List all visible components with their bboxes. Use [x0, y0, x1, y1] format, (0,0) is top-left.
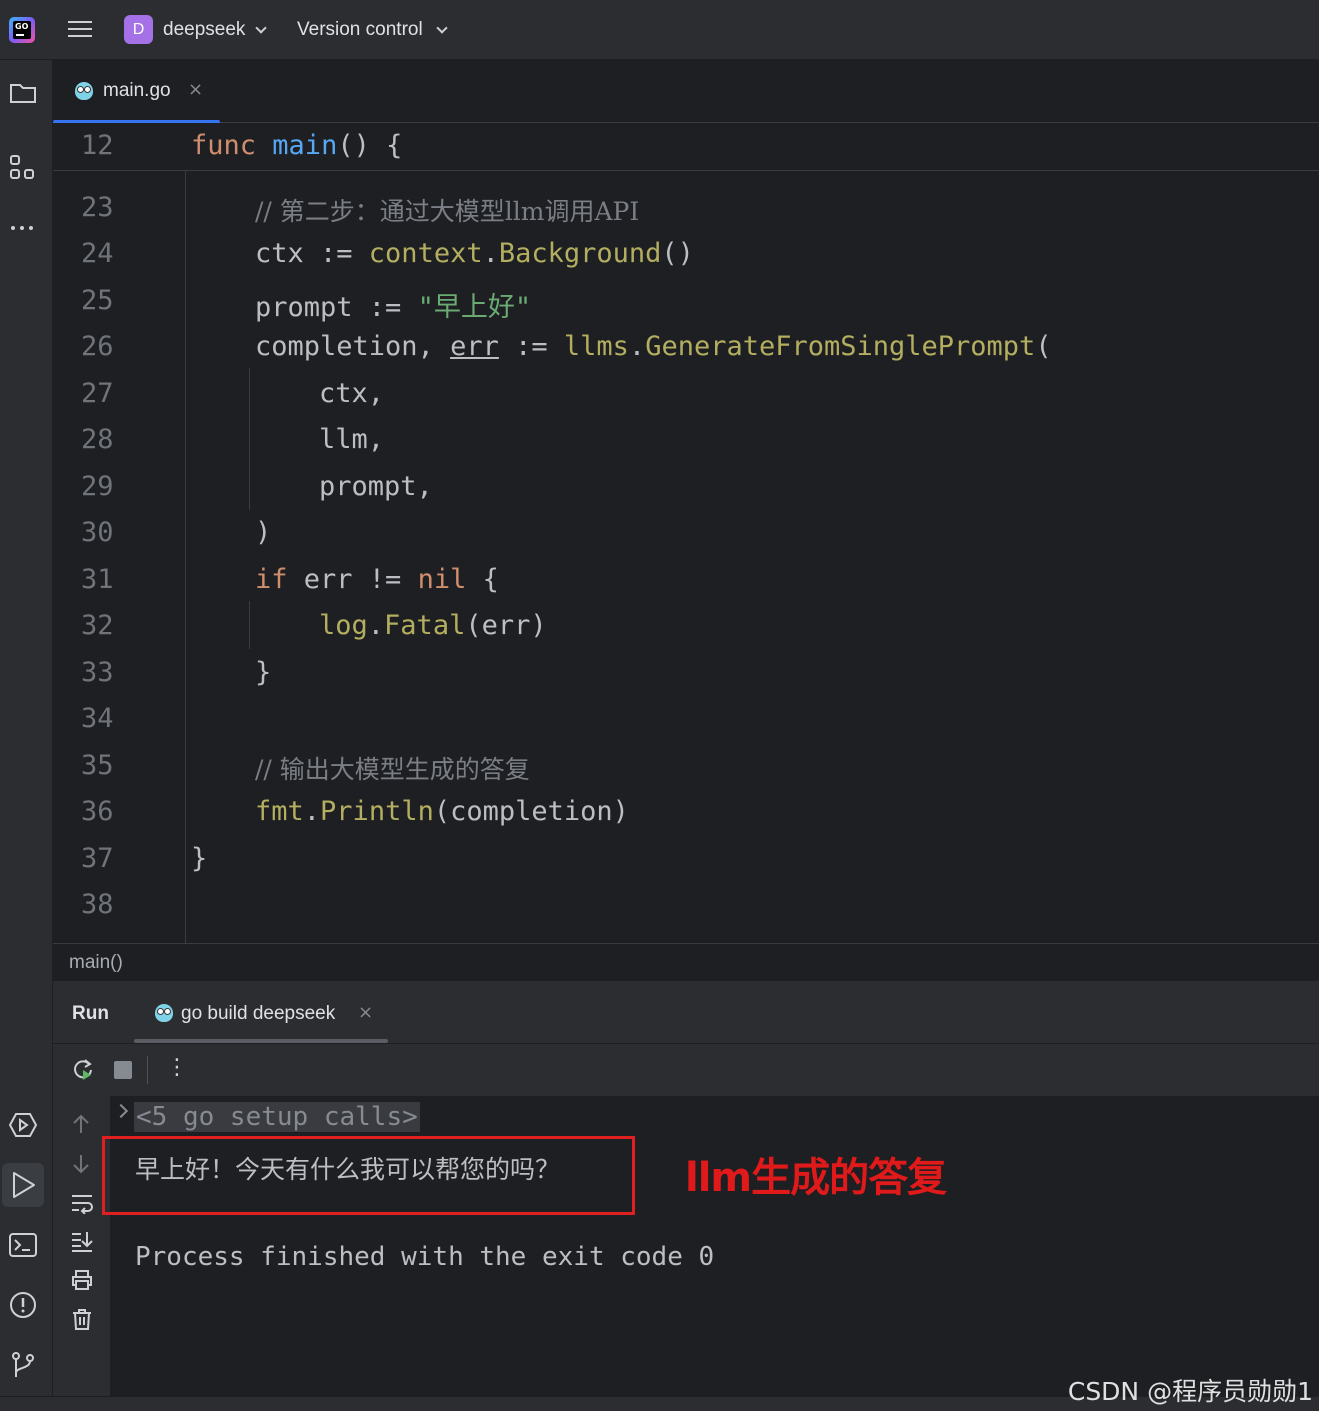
- print-icon[interactable]: [70, 1269, 94, 1291]
- code-line-24: ctx := context.Background(): [255, 238, 694, 269]
- line-number: 32: [81, 610, 114, 641]
- annotation-note: llm生成的答复: [685, 1155, 947, 1201]
- line-number: 24: [81, 238, 114, 269]
- line-number: 23: [81, 192, 114, 223]
- title-bar: GO D deepseek Version control: [0, 0, 1319, 60]
- code-line-29: prompt,: [319, 471, 433, 502]
- gutter-divider: [185, 171, 186, 943]
- go-build-config-icon: [155, 1004, 173, 1022]
- more-tools-icon[interactable]: [8, 213, 38, 243]
- indent-guide: [249, 368, 250, 510]
- run-panel-header: Run go build deepseek ×: [53, 981, 1319, 1044]
- left-tool-strip: [0, 60, 53, 1411]
- code-editor[interactable]: 12 func main() { 23 24 25 26 27 28 29 30…: [53, 123, 1319, 943]
- code-line-30: ): [255, 517, 272, 548]
- line-number: 34: [81, 703, 114, 734]
- watermark: CSDN @程序员勋勋1: [1067, 1377, 1313, 1406]
- run-panel-title: Run: [72, 1003, 109, 1024]
- folded-setup-calls[interactable]: <5 go setup calls>: [134, 1102, 420, 1132]
- project-badge[interactable]: D: [124, 15, 153, 44]
- process-exit-message: Process finished with the exit code 0: [135, 1242, 715, 1272]
- line-number: 31: [81, 564, 114, 595]
- run-tab-go-build-deepseek[interactable]: go build deepseek: [181, 1003, 335, 1025]
- line-number: 27: [81, 378, 114, 409]
- run-icon[interactable]: [8, 1170, 38, 1200]
- line-numbers: 23 24 25 26 27 28 29 30 31 32 33 34 35 3…: [53, 123, 1319, 920]
- soft-wrap-icon[interactable]: [70, 1192, 94, 1214]
- line-number: 28: [81, 424, 114, 455]
- version-control-menu[interactable]: Version control: [297, 19, 423, 41]
- active-run-tab-indicator: [134, 1039, 388, 1043]
- sticky-function-header[interactable]: 12 func main() {: [53, 123, 1319, 171]
- more-options-icon[interactable]: ⋮: [166, 1055, 188, 1080]
- line-number: 37: [81, 843, 114, 874]
- indent-guide: [249, 601, 250, 649]
- code-line-27: ctx,: [319, 378, 385, 409]
- breadcrumb[interactable]: main(): [53, 943, 1319, 981]
- problems-icon[interactable]: [8, 1290, 38, 1320]
- code-line-23: // 第二步：通过大模型llm调用API: [255, 197, 640, 226]
- code-line-26: completion, err := llms.GenerateFromSing…: [255, 331, 1052, 362]
- breadcrumb-item[interactable]: main(): [69, 952, 123, 974]
- code-line-35: // 输出大模型生成的答复: [255, 755, 530, 784]
- run-tab-close-icon[interactable]: ×: [358, 1002, 373, 1023]
- main-menu-icon[interactable]: [66, 18, 94, 42]
- line-number: 12: [81, 130, 114, 161]
- git-branch-icon[interactable]: [8, 1350, 38, 1380]
- project-folder-icon[interactable]: [8, 78, 38, 108]
- code-line-33: }: [255, 657, 272, 688]
- line-number: 30: [81, 517, 114, 548]
- line-number: 38: [81, 889, 114, 920]
- line-number: 33: [81, 657, 114, 688]
- arrow-up-icon[interactable]: [70, 1113, 92, 1135]
- arrow-down-icon[interactable]: [70, 1153, 92, 1175]
- scroll-to-end-icon[interactable]: [70, 1230, 94, 1252]
- code-line-31: if err != nil {: [255, 564, 499, 595]
- version-control-chevron-down-icon[interactable]: [436, 22, 448, 34]
- annotation-highlight-box: [102, 1136, 635, 1215]
- go-file-icon: [75, 82, 93, 100]
- app-logo-icon[interactable]: GO: [9, 17, 35, 43]
- line-number: 35: [81, 750, 114, 781]
- rerun-icon[interactable]: [71, 1058, 95, 1082]
- stop-icon[interactable]: [114, 1061, 132, 1079]
- code-line-37: }: [191, 843, 208, 874]
- app-logo-text: GO: [15, 22, 29, 31]
- sticky-code-line: func main() {: [191, 130, 403, 161]
- code-line-32: log.Fatal(err): [319, 610, 547, 641]
- code-line-36: fmt.Println(completion): [255, 796, 629, 827]
- structure-icon[interactable]: [8, 153, 38, 183]
- line-number: 25: [81, 285, 114, 316]
- tab-main-go[interactable]: main.go ×: [53, 60, 220, 124]
- clear-trash-icon[interactable]: [70, 1308, 94, 1330]
- toolbar-separator: [147, 1056, 148, 1084]
- editor-tab-bar: main.go ×: [53, 60, 1319, 124]
- project-name[interactable]: deepseek: [163, 19, 245, 41]
- terminal-icon[interactable]: [8, 1230, 38, 1260]
- code-line-28: llm,: [319, 424, 385, 455]
- tab-label: main.go: [103, 80, 171, 101]
- line-number: 29: [81, 471, 114, 502]
- project-chevron-down-icon[interactable]: [255, 22, 267, 34]
- services-icon[interactable]: [8, 1110, 38, 1140]
- expand-chevron-icon[interactable]: [113, 1103, 129, 1119]
- line-number: 36: [81, 796, 114, 827]
- code-line-25: prompt := "早上好": [255, 292, 532, 323]
- run-toolbar: ⋮: [53, 1044, 1319, 1096]
- tab-close-icon[interactable]: ×: [188, 79, 203, 100]
- line-number: 26: [81, 331, 114, 362]
